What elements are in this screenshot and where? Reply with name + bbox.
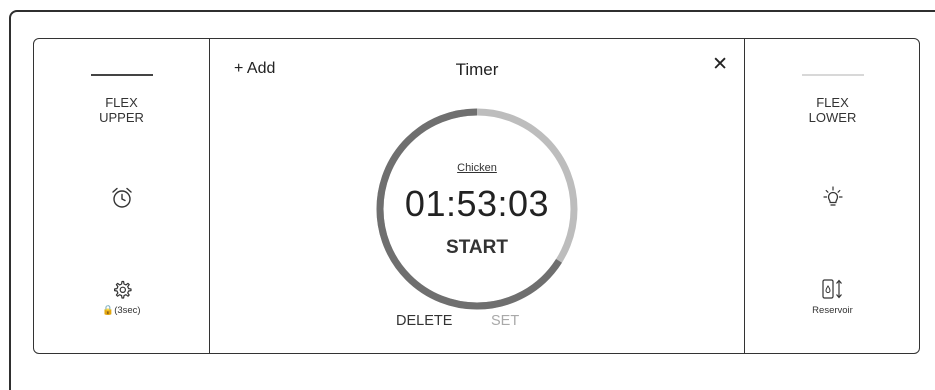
flex-lower-button[interactable]: FLEX LOWER — [745, 95, 920, 125]
control-panel: FLEX UPPER 🔒(3sec) + Add Timer ✕ Chicken… — [33, 38, 920, 354]
timer-countdown: 01:53:03 — [404, 183, 550, 224]
flex-upper-button[interactable]: FLEX UPPER — [34, 95, 209, 125]
timer-panel: + Add Timer ✕ Chicken 01:53:03 START DEL… — [210, 39, 744, 353]
delete-button[interactable]: DELETE — [396, 313, 452, 329]
flex-upper-active-indicator — [90, 74, 153, 76]
reservoir-caption: Reservoir — [812, 305, 853, 316]
flex-upper-label-line2: UPPER — [99, 110, 144, 125]
flex-lower-label-line2: LOWER — [808, 110, 857, 125]
lock-caption: 🔒(3sec) — [102, 305, 141, 316]
start-button[interactable]: START — [210, 237, 744, 259]
light-bulb-icon[interactable] — [820, 184, 846, 217]
flex-upper-column: FLEX UPPER 🔒(3sec) — [34, 39, 209, 353]
alarm-clock-icon[interactable] — [109, 185, 135, 216]
flex-lower-column: FLEX LOWER Reservoir — [745, 39, 920, 353]
flex-lower-label-line1: FLEX — [816, 95, 849, 110]
water-reservoir-icon[interactable] — [818, 276, 848, 307]
timer-name[interactable]: Chicken — [210, 162, 744, 174]
gear-icon[interactable] — [111, 279, 133, 306]
flex-upper-label-line1: FLEX — [105, 95, 138, 110]
timer-title: Timer — [455, 60, 499, 79]
flex-lower-indicator — [801, 74, 864, 76]
close-button[interactable]: ✕ — [712, 53, 728, 76]
set-button[interactable]: SET — [491, 313, 519, 329]
